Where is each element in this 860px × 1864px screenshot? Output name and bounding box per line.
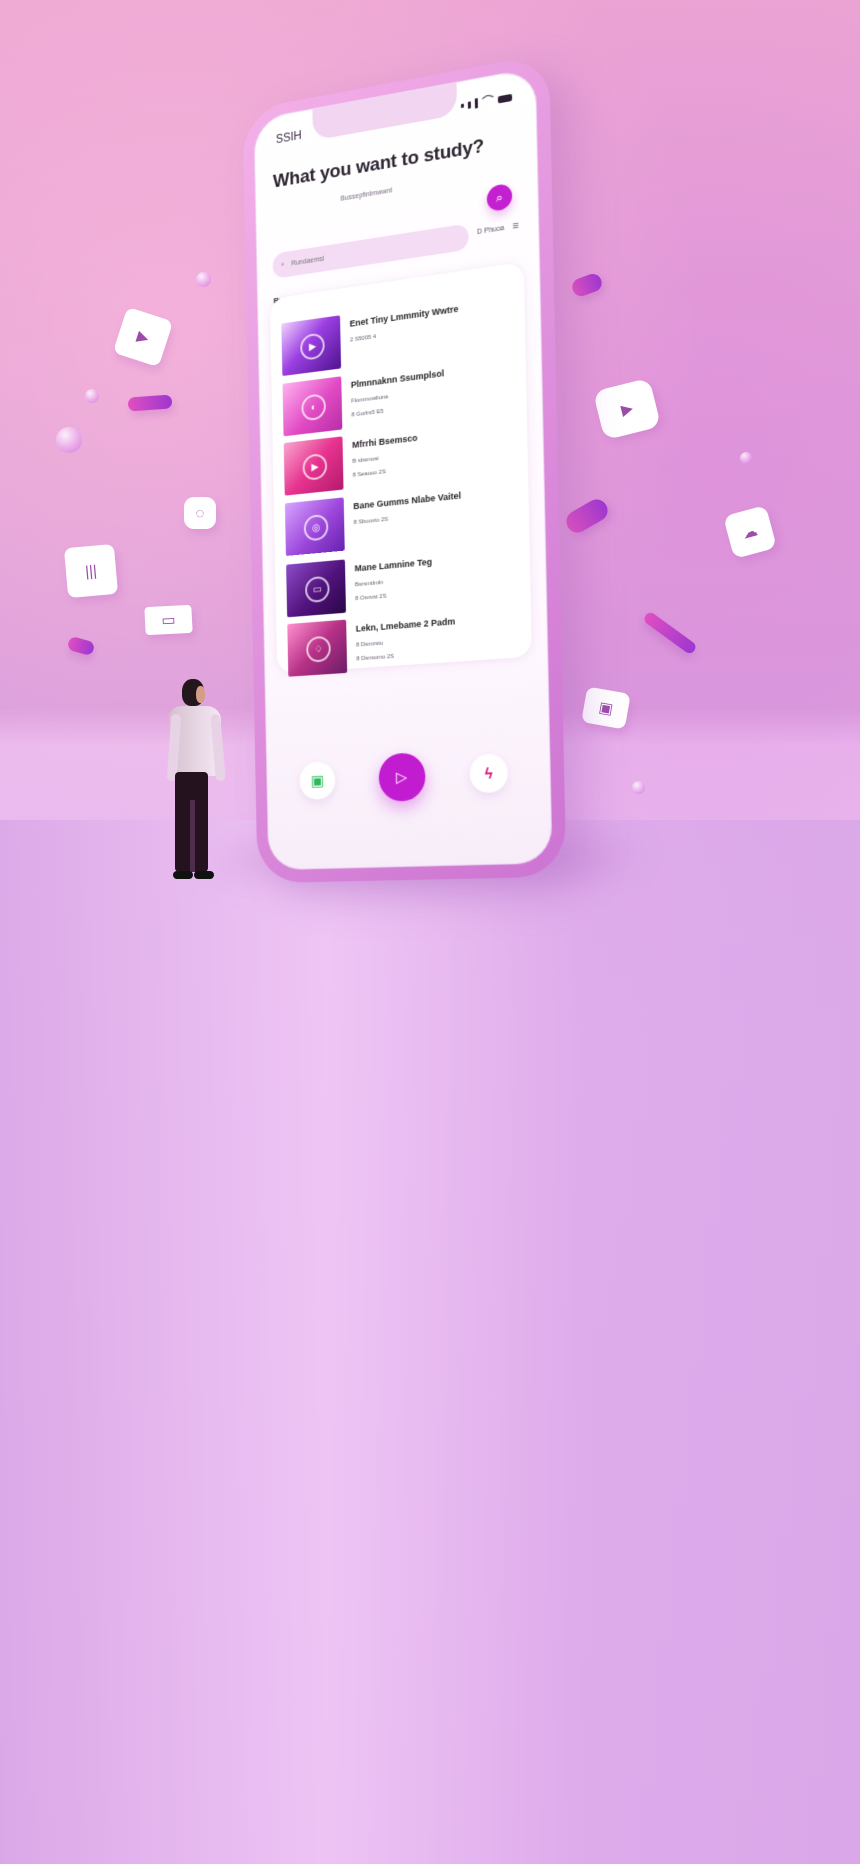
lock-icon: ▣	[310, 772, 325, 790]
status-icons: ⌒	[460, 88, 513, 114]
menu-icon[interactable]: ☰	[512, 222, 519, 231]
play-icon: ▶	[300, 332, 325, 361]
page-subtitle: Bussepﬁnlmwwnt	[340, 187, 393, 203]
image-icon: ◐	[301, 393, 327, 422]
status-time: SSIH	[275, 128, 302, 147]
course-thumbnail: ▭	[286, 559, 346, 618]
image-icon: ♢	[306, 635, 331, 663]
floating-bubble	[740, 452, 752, 464]
signal-icon	[474, 97, 478, 109]
floating-message-icon: ◌	[184, 497, 216, 529]
person-shoe-right	[194, 871, 214, 879]
floating-bubble	[632, 781, 645, 794]
phone-screen: SSIH ⌒ What you want to study? Bussepﬁnl…	[253, 66, 553, 871]
filter-control[interactable]: D Phuoa ☰	[477, 222, 519, 237]
play-button[interactable]: ▷	[377, 752, 426, 803]
floating-file-icon: ▣	[581, 686, 631, 730]
person-face	[196, 686, 205, 703]
video-icon: ▭	[304, 575, 330, 604]
course-thumbnail: ▶	[283, 436, 344, 496]
magnifier-icon: ⌕	[281, 260, 285, 269]
signal-icon	[467, 100, 471, 109]
list-item[interactable]: ♢ Lekn, Lmebame 2 Padm 8 Dsmzstu 8 Dsnso…	[287, 606, 519, 677]
floating-pill-shape	[562, 495, 612, 537]
bolt-button[interactable]: ϟ	[469, 753, 509, 794]
play-icon: ▷	[395, 768, 408, 787]
phone-device: SSIH ⌒ What you want to study? Bussepﬁnl…	[242, 53, 567, 884]
search-input[interactable]	[289, 245, 380, 269]
course-list: ▶ Enet Tiny Lmmmity Wwtre 2 S5005 4 ◐ Pl…	[269, 261, 532, 677]
course-thumbnail: ◐	[282, 376, 343, 437]
floating-pill-shape	[569, 271, 605, 299]
magnifier-icon: ⌕	[495, 188, 504, 206]
floor-reflection	[0, 820, 860, 1864]
floating-pill-shape	[127, 394, 173, 412]
floating-video-icon: ▶	[592, 377, 662, 441]
course-title: Lekn, Lmebame 2 Padm	[355, 616, 456, 634]
battery-icon	[497, 93, 513, 103]
search-button[interactable]: ⌕	[486, 182, 513, 213]
standing-person-illustration	[165, 672, 226, 902]
person-leg-separation	[190, 800, 195, 872]
floating-play-card-icon: ▶	[112, 306, 174, 368]
floating-bubble	[85, 389, 99, 403]
lock-button[interactable]: ▣	[299, 761, 336, 801]
bottom-navigation: ▣ ▷ ϟ	[299, 744, 509, 809]
search-bar[interactable]: ⌕	[272, 223, 469, 280]
course-thumbnail: ▶	[281, 315, 342, 377]
course-thumbnail: ◎	[284, 497, 345, 556]
floating-pill-shape	[66, 635, 96, 657]
filter-label: D Phuoa	[476, 224, 505, 236]
study-app-scene: ▶ ||| ◌ ▶ ☁ ▣ ▭ SSIH ⌒ What you want to …	[0, 0, 860, 1864]
floating-pill-shape	[642, 610, 698, 656]
bolt-icon: ϟ	[484, 764, 493, 783]
course-thumbnail: ♢	[287, 619, 348, 677]
signal-icon	[460, 103, 464, 109]
floating-bubble	[56, 427, 82, 453]
floating-chart-card-icon: |||	[63, 543, 119, 599]
list-item[interactable]: ▭ Mane Lamnine Teg Bsrsmtlmln 8 Osnvst 2…	[286, 544, 518, 618]
floating-ticket-icon: ▭	[144, 604, 193, 636]
wifi-icon: ⌒	[481, 93, 495, 110]
floating-cloud-icon: ☁	[723, 505, 777, 559]
play-icon: ▶	[302, 452, 328, 482]
person-shoe-left	[173, 871, 193, 879]
globe-icon: ◎	[303, 513, 329, 542]
floating-bubble	[196, 272, 211, 287]
